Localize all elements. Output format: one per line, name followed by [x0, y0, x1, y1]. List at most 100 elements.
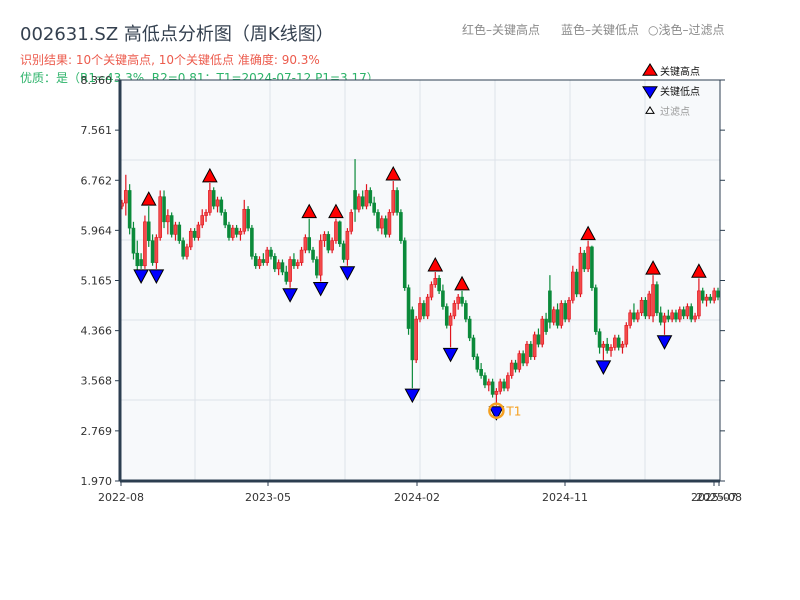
candle-body [295, 262, 300, 267]
candle-body [146, 221, 151, 241]
candle [574, 268, 579, 298]
candle [540, 315, 545, 348]
candle-body [135, 252, 140, 267]
candle-body [643, 299, 648, 317]
candle-body [387, 212, 392, 235]
candle [655, 281, 659, 316]
candle [349, 209, 354, 235]
candle-body [624, 325, 629, 345]
candle [406, 284, 411, 335]
candle-body [311, 249, 315, 260]
candle-body [215, 199, 220, 207]
candle-body [486, 381, 491, 386]
candle [376, 209, 380, 232]
candle-body [613, 337, 617, 348]
candle-body [609, 347, 613, 351]
candle-body [341, 243, 346, 260]
candle-body [494, 390, 499, 395]
candle-body [490, 381, 495, 395]
candle-body [467, 318, 472, 339]
candle-body [246, 208, 250, 229]
candle [517, 350, 522, 373]
candle-body [425, 296, 430, 317]
candle-body [158, 196, 163, 238]
candle-body [689, 306, 694, 320]
candle-body [700, 290, 705, 301]
candle [559, 300, 564, 329]
candle-body [433, 278, 438, 285]
candle-body [223, 212, 227, 226]
candle [563, 300, 567, 323]
candle-body [402, 240, 407, 289]
candle-body [188, 230, 193, 248]
candle-body [406, 287, 411, 329]
candle-body [208, 190, 212, 213]
candle-body [483, 375, 487, 386]
candle-body [357, 196, 361, 210]
candle-body [307, 237, 312, 251]
candle-body [372, 202, 376, 213]
candle-body [658, 312, 663, 323]
candle [188, 228, 193, 251]
candle-body [685, 306, 690, 317]
candle-body [395, 190, 399, 213]
candle [326, 231, 331, 254]
triangle-up-red-icon [642, 63, 658, 76]
candle [593, 284, 598, 335]
y-tick-label: 5.964 [81, 224, 113, 237]
candle-body [273, 256, 277, 270]
candle-body [429, 284, 434, 298]
candle-body [383, 218, 388, 235]
candle [444, 303, 449, 329]
y-tick-label: 6.762 [81, 174, 113, 187]
candle-body [127, 190, 132, 229]
candle-body [708, 296, 713, 301]
candle-body [196, 224, 201, 238]
candle-body [532, 334, 537, 358]
x-tick-label: 2024-11 [542, 491, 588, 504]
t1-label: T1 [505, 405, 521, 419]
candle [532, 331, 537, 360]
candle [643, 297, 648, 320]
legend-label: 关键低点 [660, 85, 700, 98]
candle-body [131, 227, 136, 254]
candle [387, 209, 392, 238]
candle-body [448, 315, 453, 326]
y-tick-label: 1.970 [81, 475, 113, 488]
candle-body [368, 190, 373, 204]
candle-body [261, 259, 266, 263]
candle-body [456, 296, 461, 304]
candle [246, 206, 250, 232]
candle-body [452, 303, 457, 317]
candle-body [250, 227, 254, 257]
candle [399, 209, 403, 244]
candle [315, 256, 319, 279]
candle [211, 187, 216, 210]
candle-body [590, 246, 594, 289]
candle [624, 322, 629, 348]
x-tick-label: 2025-08 [696, 491, 742, 504]
candle-body [219, 199, 224, 213]
candle-body [666, 315, 671, 320]
candle-body [674, 312, 678, 320]
candle-body [639, 299, 644, 314]
candle-body [303, 237, 308, 251]
candle-body [567, 299, 571, 320]
candle-body [677, 309, 682, 320]
candle-body [563, 303, 567, 320]
candle-body [299, 249, 304, 263]
candle-body [204, 212, 208, 216]
candle-body [498, 381, 503, 392]
candle-body [185, 246, 189, 257]
candle-body [597, 331, 602, 348]
candle-body [635, 312, 640, 320]
candle-body [154, 237, 159, 263]
candle-body [379, 218, 384, 229]
candle-body [230, 227, 235, 238]
candle-body [632, 312, 636, 320]
candle-body [620, 343, 625, 348]
candle-body [559, 303, 564, 326]
candle-body [437, 278, 441, 292]
candle-body [166, 215, 170, 223]
candle [318, 234, 323, 282]
